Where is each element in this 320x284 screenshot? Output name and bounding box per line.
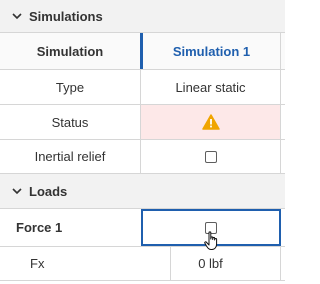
type-value[interactable]: Linear static (141, 70, 281, 104)
column-header-simulation: Simulation (0, 33, 141, 69)
column-header-simulation-1[interactable]: Simulation 1 (140, 33, 281, 69)
chevron-down-icon[interactable] (12, 11, 22, 21)
inertial-relief-checkbox[interactable] (204, 150, 217, 163)
table-row: Inertial relief (0, 140, 285, 174)
column-filler (281, 33, 285, 69)
hand-cursor-icon (204, 231, 218, 250)
table-row: Type Linear static (0, 70, 285, 105)
section-title: Loads (29, 183, 68, 199)
table-header-row: Simulation Simulation 1 (0, 33, 285, 70)
row-label-status: Status (0, 105, 141, 139)
row-label-type: Type (0, 70, 141, 104)
chevron-down-icon[interactable] (12, 186, 22, 196)
row-label-force-1: Force 1 (0, 209, 157, 246)
row-label-inertial-relief: Inertial relief (0, 140, 141, 173)
fx-value[interactable]: 0 lbf (141, 247, 281, 280)
table-row: Force 1 (0, 209, 285, 247)
status-value-cell[interactable] (141, 105, 281, 139)
warning-icon (201, 114, 220, 130)
table-row: Fx 0 lbf (0, 247, 285, 281)
inertial-relief-cell (141, 140, 281, 173)
section-loads-header[interactable]: Loads (0, 174, 285, 209)
table-row: Status (0, 105, 285, 140)
section-simulations-header[interactable]: Simulations (0, 0, 285, 33)
section-title: Simulations (29, 8, 103, 24)
